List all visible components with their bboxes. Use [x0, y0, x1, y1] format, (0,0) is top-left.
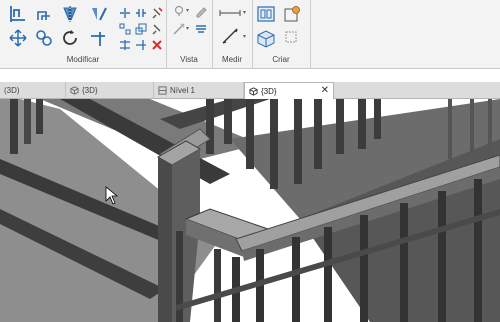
- pin-icon[interactable]: [150, 22, 164, 36]
- tab-label: {3D}: [82, 85, 98, 95]
- create-similar-icon[interactable]: [284, 30, 298, 44]
- linework-dropdown-icon[interactable]: ▾: [186, 25, 189, 32]
- baluster: [336, 99, 344, 154]
- baluster: [292, 237, 300, 322]
- split-gap-icon[interactable]: [134, 6, 148, 20]
- ribbon: Modificar ▾ ▾ Vista ▾ ▾ Medir Criar: [0, 0, 500, 69]
- tab-level-1[interactable]: Nível 1: [154, 82, 244, 98]
- baluster: [400, 203, 408, 322]
- baluster: [324, 227, 332, 322]
- tab-3d-view[interactable]: {3D}: [66, 82, 154, 98]
- measure-dropdown-icon[interactable]: ▾: [243, 9, 246, 16]
- copy-tool-icon[interactable]: [34, 28, 54, 48]
- baluster: [270, 99, 278, 189]
- trim-multiple-icon[interactable]: [118, 38, 132, 52]
- create-panel: Criar: [252, 0, 311, 68]
- baluster: [358, 99, 366, 149]
- dimension-dropdown-icon[interactable]: ▾: [243, 33, 246, 40]
- mirror-draw-axis-icon[interactable]: [88, 4, 108, 24]
- baluster: [294, 99, 302, 184]
- 3d-view-icon: [249, 86, 258, 96]
- override-graphics-icon[interactable]: [194, 4, 208, 18]
- scale-icon[interactable]: [134, 22, 148, 36]
- baluster: [360, 215, 368, 322]
- tab-label: Nível 1: [170, 85, 195, 95]
- baluster: [488, 99, 492, 149]
- unpin-icon[interactable]: [150, 6, 164, 20]
- tab-3d-active[interactable]: {3D} ✕: [244, 82, 334, 99]
- aligned-dimension-icon[interactable]: [220, 26, 240, 46]
- create-panel-label: Criar: [272, 55, 290, 64]
- baluster: [470, 99, 474, 154]
- baluster: [374, 99, 381, 139]
- stair-railing-model[interactable]: [0, 99, 500, 322]
- modify-panel-label: Modificar: [66, 55, 100, 64]
- create-assembly-icon[interactable]: [256, 4, 276, 24]
- baluster: [314, 99, 322, 169]
- newel-post: [158, 157, 172, 322]
- close-tab-icon[interactable]: ✕: [321, 85, 329, 96]
- baluster: [206, 99, 214, 154]
- baluster: [474, 179, 482, 322]
- 3d-view-icon: [70, 85, 79, 95]
- baluster: [24, 99, 31, 144]
- baluster: [246, 99, 254, 169]
- offset-tool-icon[interactable]: [34, 4, 54, 24]
- baluster: [214, 249, 221, 322]
- delete-icon[interactable]: [150, 38, 164, 52]
- measure-panel-label: Medir: [221, 55, 242, 64]
- view-tab-strip: (3D) {3D} Nível 1 {3D} ✕: [0, 82, 500, 99]
- rotate-tool-icon[interactable]: [60, 28, 80, 48]
- tab-3d-default[interactable]: (3D): [0, 82, 66, 98]
- 3d-viewport[interactable]: [0, 99, 500, 322]
- array-icon[interactable]: [118, 22, 132, 36]
- measure-between-icon[interactable]: [218, 6, 242, 20]
- floor-plan-icon: [158, 85, 167, 95]
- create-parts-icon[interactable]: [282, 4, 302, 24]
- baluster: [224, 99, 232, 144]
- tab-label: (3D): [4, 85, 20, 95]
- measure-panel: ▾ ▾ Medir: [212, 0, 253, 68]
- linework-icon[interactable]: [172, 22, 186, 36]
- move-tool-icon[interactable]: [8, 28, 28, 48]
- tab-label: {3D}: [261, 86, 277, 96]
- split-element-icon[interactable]: [118, 6, 132, 20]
- baluster: [438, 191, 446, 322]
- view-panel-label: Vista: [180, 55, 198, 64]
- baluster: [10, 99, 18, 154]
- baluster: [448, 99, 452, 159]
- create-group-icon[interactable]: [256, 28, 276, 48]
- baluster: [36, 99, 43, 134]
- view-filter-icon[interactable]: [194, 22, 208, 36]
- modify-panel: Modificar: [0, 0, 167, 68]
- trim-extend-icon[interactable]: [88, 28, 108, 48]
- hide-in-view-dropdown-icon[interactable]: ▾: [186, 7, 189, 14]
- view-panel: ▾ ▾ Vista: [166, 0, 213, 68]
- mirror-pick-axis-icon[interactable]: [60, 4, 80, 24]
- hide-in-view-icon[interactable]: [172, 4, 186, 18]
- trim-single-icon[interactable]: [134, 38, 148, 52]
- align-tool-icon[interactable]: [8, 4, 28, 24]
